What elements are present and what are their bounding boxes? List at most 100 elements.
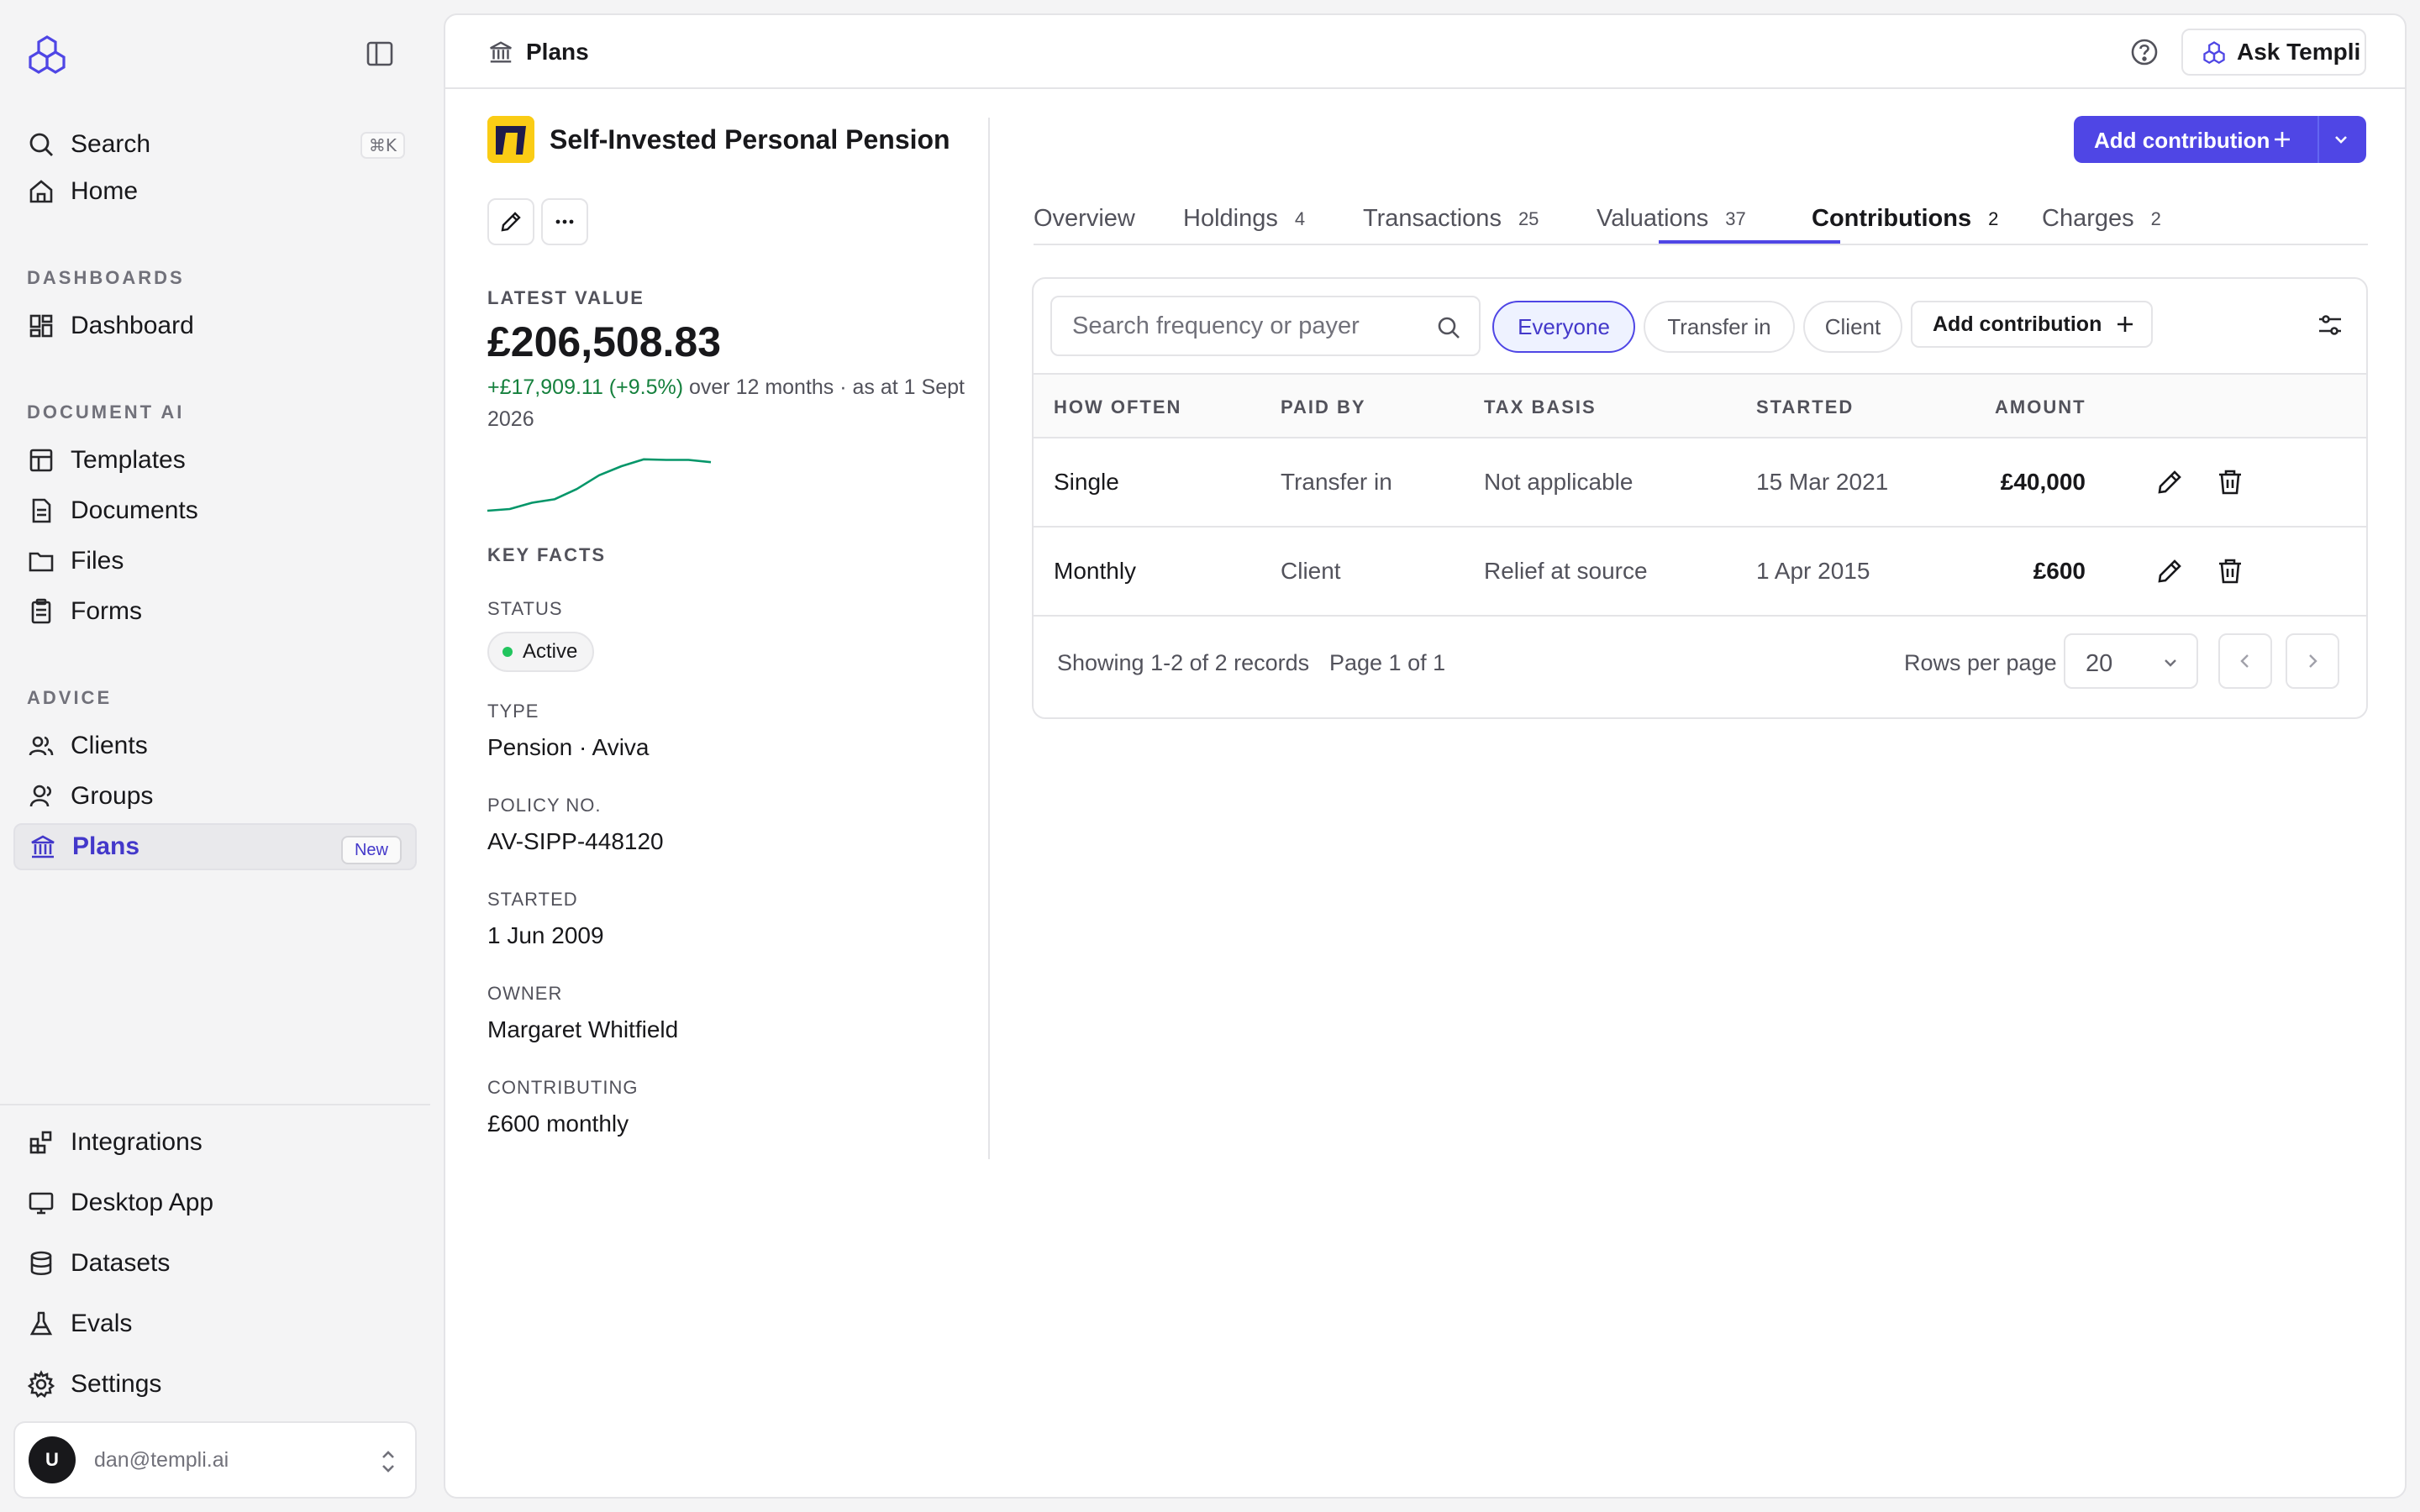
sidebar-item-settings[interactable]: Settings <box>13 1361 417 1408</box>
next-page-button[interactable] <box>2286 633 2339 689</box>
sidebar-item-evals[interactable]: Evals <box>13 1300 417 1347</box>
avatar: U <box>29 1436 76 1483</box>
sidebar-item-dashboard[interactable]: Dashboard <box>13 302 417 349</box>
trash-icon[interactable] <box>2215 556 2245 586</box>
latest-value: £206,508.83 <box>487 318 722 365</box>
sidebar-item-label: Integrations <box>71 1128 203 1156</box>
chevron-right-icon <box>2309 654 2317 668</box>
sidebar-item-datasets[interactable]: Datasets <box>13 1240 417 1287</box>
split-divider <box>2317 116 2319 163</box>
table-header: HOW OFTEN PAID BY TAX BASIS STARTED AMOU… <box>1034 373 2366 438</box>
tab-valuations[interactable]: Valuations 37 <box>1597 205 1746 245</box>
sidebar-item-search[interactable]: Search ⌘K <box>13 121 417 168</box>
more-options-button[interactable] <box>541 198 588 245</box>
tab-label: Valuations <box>1597 205 1709 232</box>
search-input[interactable] <box>1072 311 1425 341</box>
clipboard-icon <box>31 598 51 624</box>
tab-charges[interactable]: Charges 2 <box>2042 205 2161 245</box>
document-icon <box>32 498 51 523</box>
tab-overview[interactable]: Overview <box>1034 205 1135 245</box>
search-field[interactable] <box>1050 296 1481 356</box>
edit-plan-button[interactable] <box>487 198 534 245</box>
filter-client[interactable]: Client <box>1803 301 1902 353</box>
templi-logo-icon <box>2203 41 2225 65</box>
breadcrumb[interactable]: Plans <box>526 39 589 66</box>
sidebar-item-groups[interactable]: Groups <box>13 773 417 820</box>
table-row[interactable]: Single Transfer in Not applicable 15 Mar… <box>1034 438 2366 528</box>
cell-started: 1 Apr 2015 <box>1756 558 1870 584</box>
filter-transfer-in[interactable]: Transfer in <box>1644 301 1795 353</box>
help-icon[interactable] <box>2129 37 2160 67</box>
active-tab-indicator <box>1659 240 1840 244</box>
tab-label: Contributions <box>1812 205 1972 232</box>
search-icon <box>29 133 53 156</box>
main-content: Plans Ask Templi Self-Invested Personal … <box>444 13 2407 1499</box>
column-header[interactable]: PAID BY <box>1281 396 1366 418</box>
sidebar-item-files[interactable]: Files <box>13 538 417 585</box>
filter-everyone[interactable]: Everyone <box>1492 301 1635 353</box>
sidebar-item-forms[interactable]: Forms <box>13 588 417 635</box>
policy-value: AV-SIPP-448120 <box>487 828 664 854</box>
tab-count: 2 <box>2150 208 2161 229</box>
sliders-icon[interactable] <box>2316 311 2344 339</box>
gear-icon <box>27 1370 55 1398</box>
chevron-left-icon <box>2240 654 2249 668</box>
folder-icon <box>29 552 54 572</box>
sidebar-item-clients[interactable]: Clients <box>13 722 417 769</box>
user-menu[interactable]: U dan@templi.ai <box>13 1421 417 1499</box>
plus-icon <box>2275 132 2290 147</box>
more-horizontal-icon <box>555 219 574 224</box>
pencil-icon[interactable] <box>2154 556 2185 586</box>
sidebar-item-desktop-app[interactable]: Desktop App <box>13 1179 417 1226</box>
integrations-icon <box>29 1131 52 1154</box>
value-sparkline <box>487 458 712 512</box>
cell-how-often: Monthly <box>1054 558 1137 584</box>
users-icon <box>29 736 54 756</box>
tab-transactions[interactable]: Transactions 25 <box>1363 205 1539 245</box>
tab-count: 25 <box>1518 208 1539 229</box>
sidebar-item-label: Desktop App <box>71 1189 214 1216</box>
bank-icon <box>31 835 55 858</box>
trash-icon[interactable] <box>2215 467 2245 497</box>
tab-count: 2 <box>1988 208 1999 229</box>
owner-label: OWNER <box>487 983 563 1004</box>
table-row[interactable]: Monthly Client Relief at source 1 Apr 20… <box>1034 528 2366 617</box>
cell-tax-basis: Not applicable <box>1484 469 1634 495</box>
column-header[interactable]: STARTED <box>1756 396 1854 418</box>
sidebar-item-label: Dashboard <box>71 312 194 339</box>
tab-label: Transactions <box>1363 205 1502 232</box>
user-group-icon <box>29 785 52 807</box>
sidebar-item-label: Groups <box>71 782 154 810</box>
cell-how-often: Single <box>1054 469 1119 495</box>
ask-templi-button[interactable]: Ask Templi <box>2181 29 2366 76</box>
sidebar-item-integrations[interactable]: Integrations <box>13 1119 417 1166</box>
sidebar-item-home[interactable]: Home <box>13 168 417 215</box>
user-email: dan@templi.ai <box>94 1447 229 1472</box>
sidebar-toggle-icon[interactable] <box>363 39 397 69</box>
add-contribution-split-button[interactable]: Add contribution <box>2074 116 2366 163</box>
sidebar-item-label: Datasets <box>71 1249 171 1277</box>
pencil-icon[interactable] <box>2154 467 2185 497</box>
chevron-down-icon[interactable] <box>2329 128 2353 151</box>
tab-holdings[interactable]: Holdings 4 <box>1183 205 1305 245</box>
sidebar-item-plans[interactable]: Plans New <box>13 823 417 870</box>
sidebar-item-label: Evals <box>71 1310 133 1337</box>
tab-contributions[interactable]: Contributions 2 <box>1812 205 1998 245</box>
tab-label: Charges <box>2042 205 2134 232</box>
type-label: TYPE <box>487 701 539 722</box>
previous-page-button[interactable] <box>2218 633 2272 689</box>
templi-logo-icon[interactable] <box>25 34 69 74</box>
sidebar-item-templates[interactable]: Templates <box>13 437 417 484</box>
key-facts-label: KEY FACTS <box>487 544 607 565</box>
add-contribution-button[interactable]: Add contribution <box>1911 301 2153 348</box>
column-header[interactable]: AMOUNT <box>1995 396 2086 418</box>
chevron-up-down-icon <box>382 1451 394 1473</box>
sidebar-item-documents[interactable]: Documents <box>13 487 417 534</box>
sidebar-item-label: Search <box>71 130 151 158</box>
rows-per-page-select[interactable]: 20 <box>2064 633 2198 689</box>
tab-label: Holdings <box>1183 205 1278 232</box>
column-header[interactable]: HOW OFTEN <box>1054 396 1181 418</box>
rows-per-page-label: Rows per page <box>1904 650 2057 675</box>
records-summary: Showing 1-2 of 2 records <box>1057 650 1310 675</box>
column-header[interactable]: TAX BASIS <box>1484 396 1597 418</box>
